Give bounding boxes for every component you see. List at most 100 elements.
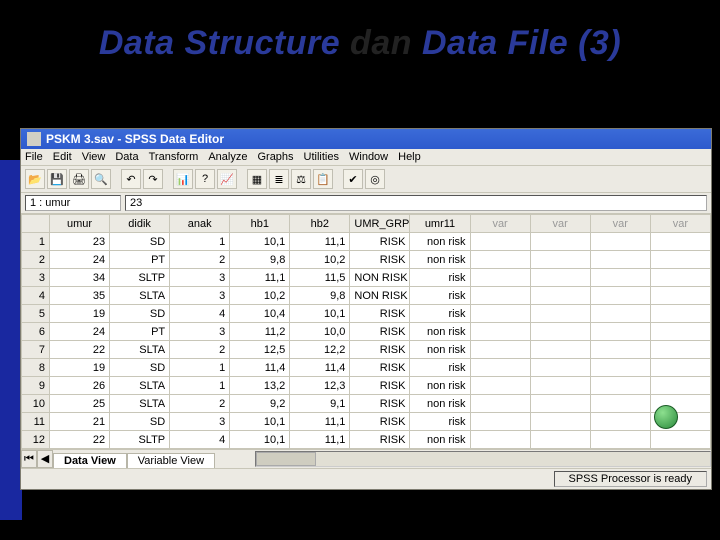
cell[interactable] [590, 431, 650, 449]
cell[interactable]: risk [410, 413, 470, 431]
row-number[interactable]: 12 [22, 431, 50, 449]
menu-data[interactable]: Data [115, 151, 138, 163]
cell[interactable]: 22 [50, 341, 110, 359]
row-number[interactable]: 6 [22, 323, 50, 341]
cell-reference[interactable]: 1 : umur [25, 195, 121, 211]
cell[interactable] [530, 413, 590, 431]
column-header[interactable]: umur [50, 215, 110, 233]
cell[interactable]: non risk [410, 377, 470, 395]
cell[interactable]: 4 [170, 305, 230, 323]
scrollbar-thumb[interactable] [256, 452, 316, 466]
cell[interactable]: 12,3 [290, 377, 350, 395]
cell[interactable] [470, 251, 530, 269]
cell[interactable] [650, 287, 710, 305]
cell[interactable]: 34 [50, 269, 110, 287]
cell[interactable]: RISK [350, 341, 410, 359]
scroll-prev-button[interactable]: ◀ [37, 450, 53, 468]
cell[interactable]: 22 [50, 431, 110, 449]
toolbar-button-7[interactable]: ? [195, 169, 215, 189]
cell[interactable] [590, 287, 650, 305]
cell[interactable] [470, 233, 530, 251]
cell[interactable]: 3 [170, 269, 230, 287]
column-header[interactable]: var [650, 215, 710, 233]
toolbar-button-9[interactable]: ▦ [247, 169, 267, 189]
cell[interactable] [590, 377, 650, 395]
menu-window[interactable]: Window [349, 151, 388, 163]
cell[interactable] [470, 359, 530, 377]
data-grid[interactable]: umurdidikanakhb1hb2UMR_GRPumr11varvarvar… [21, 214, 711, 449]
toolbar-button-12[interactable]: 📋 [313, 169, 333, 189]
cell[interactable] [530, 395, 590, 413]
cell[interactable]: NON RISK [350, 287, 410, 305]
cell[interactable]: 23 [50, 233, 110, 251]
cell[interactable] [590, 233, 650, 251]
toolbar-button-13[interactable]: ✔ [343, 169, 363, 189]
cell[interactable]: RISK [350, 413, 410, 431]
cell[interactable]: 11,1 [230, 269, 290, 287]
cell[interactable] [530, 377, 590, 395]
cell[interactable]: RISK [350, 395, 410, 413]
cell[interactable]: SLTA [110, 395, 170, 413]
cell[interactable]: 12,5 [230, 341, 290, 359]
cell[interactable]: 10,2 [290, 251, 350, 269]
cell[interactable]: 35 [50, 287, 110, 305]
cell[interactable]: 1 [170, 233, 230, 251]
cell[interactable] [530, 359, 590, 377]
cell[interactable]: SD [110, 305, 170, 323]
cell[interactable]: 24 [50, 251, 110, 269]
row-number[interactable]: 2 [22, 251, 50, 269]
toolbar-button-0[interactable]: 📂 [25, 169, 45, 189]
cell[interactable] [470, 287, 530, 305]
cell[interactable] [470, 413, 530, 431]
toolbar-button-6[interactable]: 📊 [173, 169, 193, 189]
cell[interactable]: SLTA [110, 287, 170, 305]
cell[interactable]: 4 [170, 431, 230, 449]
tab-data-view[interactable]: Data View [53, 453, 127, 468]
row-number[interactable]: 4 [22, 287, 50, 305]
cell[interactable] [530, 323, 590, 341]
cell[interactable]: 3 [170, 413, 230, 431]
cell[interactable] [530, 431, 590, 449]
cell[interactable]: RISK [350, 431, 410, 449]
cell[interactable]: SLTA [110, 341, 170, 359]
cell[interactable]: SLTP [110, 431, 170, 449]
cell[interactable] [470, 341, 530, 359]
cell[interactable]: 11,4 [290, 359, 350, 377]
cell[interactable]: risk [410, 359, 470, 377]
cell[interactable]: 9,1 [290, 395, 350, 413]
row-number[interactable]: 10 [22, 395, 50, 413]
cell[interactable]: RISK [350, 377, 410, 395]
cell[interactable]: 1 [170, 359, 230, 377]
cell[interactable]: 11,1 [290, 413, 350, 431]
cell[interactable]: 19 [50, 359, 110, 377]
menu-help[interactable]: Help [398, 151, 421, 163]
cell[interactable]: non risk [410, 395, 470, 413]
cell[interactable]: 11,5 [290, 269, 350, 287]
menu-edit[interactable]: Edit [53, 151, 72, 163]
cell[interactable]: 3 [170, 323, 230, 341]
row-number[interactable]: 3 [22, 269, 50, 287]
cell[interactable]: PT [110, 251, 170, 269]
cell[interactable]: 12,2 [290, 341, 350, 359]
menu-utilities[interactable]: Utilities [304, 151, 339, 163]
column-header[interactable]: hb2 [290, 215, 350, 233]
cell[interactable]: PT [110, 323, 170, 341]
cell[interactable]: 25 [50, 395, 110, 413]
row-number[interactable]: 7 [22, 341, 50, 359]
cell[interactable]: 10,1 [230, 431, 290, 449]
cell[interactable]: 11,1 [290, 233, 350, 251]
cell[interactable] [590, 251, 650, 269]
cell[interactable]: non risk [410, 431, 470, 449]
column-header[interactable]: hb1 [230, 215, 290, 233]
cell[interactable]: RISK [350, 251, 410, 269]
cell[interactable]: 13,2 [230, 377, 290, 395]
cell[interactable]: SLTP [110, 269, 170, 287]
cell[interactable] [590, 359, 650, 377]
cell[interactable] [470, 431, 530, 449]
cell[interactable] [470, 377, 530, 395]
cell[interactable]: non risk [410, 341, 470, 359]
cell[interactable]: RISK [350, 233, 410, 251]
toolbar-button-10[interactable]: ≣ [269, 169, 289, 189]
cell[interactable] [530, 233, 590, 251]
cell[interactable]: 2 [170, 341, 230, 359]
